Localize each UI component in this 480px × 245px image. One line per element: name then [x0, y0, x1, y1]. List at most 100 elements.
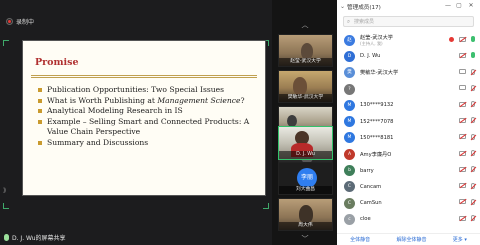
- member-name: 樊敏华-武汉大学: [360, 70, 399, 77]
- member-status-icons: [459, 84, 475, 91]
- member-name: barry: [360, 167, 374, 174]
- member-status-icons: [459, 101, 475, 108]
- camera-off-icon[interactable]: [459, 52, 466, 58]
- mic-off-icon[interactable]: [471, 68, 475, 75]
- mic-icon[interactable]: [471, 36, 475, 42]
- slide-bullet-list: Publication Opportunities: Two Special I…: [38, 85, 259, 148]
- member-row[interactable]: M 130****9132: [337, 97, 480, 113]
- toolbar-toggle-icon[interactable]: ⟫: [3, 187, 9, 197]
- mic-off-icon[interactable]: [471, 215, 475, 222]
- mute-all-button[interactable]: 全体静音: [350, 236, 370, 243]
- mic-off-icon[interactable]: [471, 150, 475, 157]
- mic-off-icon[interactable]: [471, 117, 475, 124]
- member-row[interactable]: b barry: [337, 162, 480, 178]
- camera-off-icon[interactable]: [459, 183, 466, 189]
- mic-icon[interactable]: [471, 52, 475, 59]
- member-text: Amy李廉丹O: [360, 151, 391, 158]
- camera-off-icon[interactable]: [459, 36, 466, 42]
- camera-off-icon[interactable]: [459, 150, 466, 156]
- frame-corner-icon: [3, 40, 9, 46]
- camera-off-icon[interactable]: [459, 101, 466, 107]
- bullet-text: What is Worth Publishing at: [47, 95, 158, 105]
- unmute-all-button[interactable]: 解除全体静音: [396, 236, 426, 243]
- member-text: CamSun: [360, 200, 382, 206]
- camera-icon[interactable]: [459, 69, 466, 75]
- active-speaker-tile[interactable]: D. J. Wu: [278, 126, 333, 160]
- member-row[interactable]: ?: [337, 81, 480, 97]
- mic-off-icon[interactable]: [471, 101, 475, 108]
- video-tile-name: 樊敏华-武汉大学: [279, 94, 332, 102]
- member-row[interactable]: M 152****7078: [337, 113, 480, 129]
- member-row[interactable]: c cloe: [337, 211, 480, 227]
- member-row[interactable]: A Amy李廉丹O: [337, 146, 480, 162]
- member-text: D. J. Wu: [360, 53, 380, 59]
- avatar: 樊: [344, 67, 355, 79]
- video-tile[interactable]: 周大伟: [278, 198, 333, 231]
- member-status-icons: [459, 133, 475, 140]
- maximize-icon[interactable]: ▢: [455, 1, 463, 11]
- member-text: 赵莹-武汉大学 (主持人, 我): [360, 34, 393, 47]
- participant-video-column: ︿ 赵莹-武汉大学 樊敏华-武汉大学 苟冶 D. J. Wu 李丽 刘大曲昌: [272, 0, 337, 245]
- panel-footer: 全体静音 解除全体静音 更多 ▾: [337, 233, 480, 245]
- member-row[interactable]: M 150****8181: [337, 130, 480, 146]
- shared-screen-area: 录制中 Promise Publication Opportunities: T…: [0, 0, 272, 245]
- mic-off-icon[interactable]: [471, 166, 475, 173]
- member-status-icons: [459, 68, 475, 75]
- participant-avatar: 李丽: [297, 168, 317, 188]
- presenter-label: D. J. Wu的屏幕共享: [4, 233, 66, 242]
- member-row[interactable]: D D. J. Wu: [337, 48, 480, 64]
- title-divider: [31, 77, 257, 78]
- participant-figure: [299, 205, 313, 223]
- minimize-icon[interactable]: —: [444, 1, 452, 11]
- mic-off-icon[interactable]: [471, 198, 475, 205]
- member-row[interactable]: 樊樊敏华-武汉大学: [337, 65, 480, 81]
- member-row[interactable]: C CamSun: [337, 195, 480, 211]
- member-name: 赵莹-武汉大学: [360, 34, 393, 41]
- member-status-icons: [459, 166, 475, 173]
- frame-corner-icon: [263, 203, 269, 209]
- camera-off-icon[interactable]: [459, 166, 466, 172]
- close-icon[interactable]: ✕: [467, 1, 475, 11]
- video-tile[interactable]: 樊敏华-武汉大学: [278, 70, 333, 103]
- camera-off-icon[interactable]: [459, 199, 466, 205]
- video-tile[interactable]: 赵莹-武汉大学: [278, 34, 333, 67]
- mic-off-icon[interactable]: [471, 84, 475, 91]
- chevron-down-icon[interactable]: ⌄: [340, 3, 345, 10]
- member-text: 152****7078: [360, 119, 393, 125]
- member-row[interactable]: C Cancam: [337, 179, 480, 195]
- chevron-down-icon[interactable]: ﹀: [297, 234, 313, 244]
- slide-bullet: Summary and Discussions: [38, 138, 259, 149]
- record-icon: [6, 17, 13, 25]
- panel-header: ⌄ 管理成员(17) — ▢ ✕: [337, 0, 480, 13]
- avatar: M: [344, 132, 355, 144]
- recording-indicator[interactable]: 录制中: [4, 15, 38, 27]
- member-search-input[interactable]: ⌕ 搜索成员: [343, 16, 474, 27]
- search-placeholder: 搜索成员: [354, 19, 375, 25]
- more-button[interactable]: 更多 ▾: [453, 236, 467, 243]
- recording-icon[interactable]: [449, 36, 454, 42]
- presentation-slide: Promise Publication Opportunities: Two S…: [22, 40, 266, 196]
- avatar: M: [344, 99, 355, 111]
- member-text: 150****8181: [360, 135, 393, 141]
- mic-off-icon[interactable]: [471, 133, 475, 140]
- slide-bullet: Publication Opportunities: Two Special I…: [38, 85, 259, 96]
- video-tile-name: D. J. Wu: [279, 151, 332, 159]
- member-row[interactable]: 赵赵莹-武汉大学 (主持人, 我): [337, 32, 480, 48]
- video-tile[interactable]: 李丽 刘大曲昌: [278, 162, 333, 195]
- member-text: barry: [360, 168, 374, 174]
- camera-off-icon[interactable]: [459, 215, 466, 221]
- video-tile-name: 刘大曲昌: [279, 186, 332, 194]
- member-text: 130****9132: [360, 102, 393, 108]
- avatar: b: [344, 165, 355, 177]
- bullet-text: ?: [240, 95, 245, 105]
- mic-off-icon[interactable]: [471, 182, 475, 189]
- camera-off-icon[interactable]: [459, 117, 466, 123]
- camera-icon[interactable]: [459, 85, 466, 91]
- camera-off-icon[interactable]: [459, 134, 466, 140]
- bullet-italic-text: Management Science: [157, 95, 241, 105]
- chevron-up-icon[interactable]: ︿: [297, 20, 313, 30]
- meeting-window: 录制中 Promise Publication Opportunities: T…: [0, 0, 480, 245]
- member-status-icons: [459, 150, 475, 157]
- mic-icon: [4, 234, 9, 241]
- frame-corner-icon: [3, 203, 9, 209]
